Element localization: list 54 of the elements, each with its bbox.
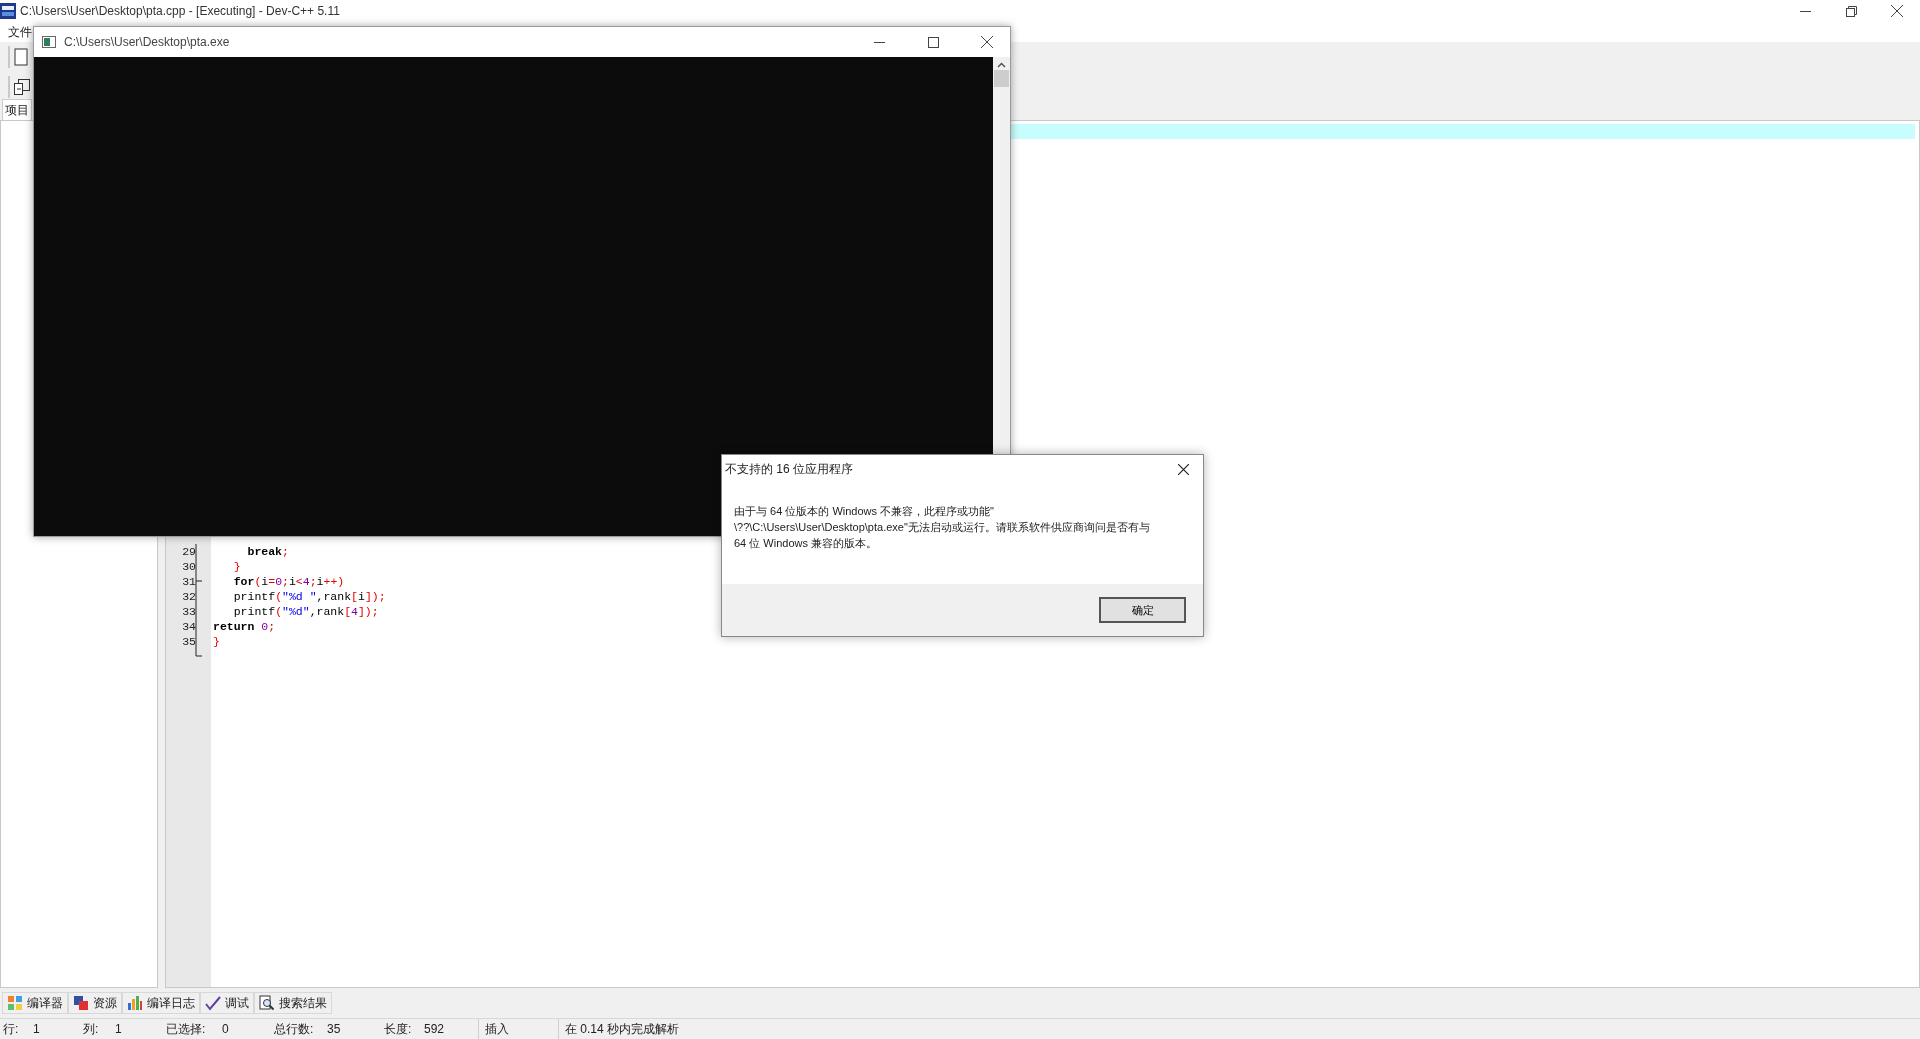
dialog-message: 由于与 64 位版本的 Windows 不兼容，此程序或功能" \??\C:\Users\User\Desktop\pta.exe"无法启动或运行。请联系软件供应商询问是否有与 64 位 Windows 兼容的版本。 — [734, 504, 1151, 551]
line-number: 32 — [181, 589, 196, 604]
restore-icon — [1845, 5, 1857, 17]
app-icon — [0, 3, 16, 19]
project-tab[interactable]: 项目 — [2, 99, 32, 120]
line-number: 34 — [181, 619, 196, 634]
bottom-tab[interactable]: 搜索结果 — [254, 992, 332, 1014]
ok-button[interactable]: 确定 — [1099, 597, 1186, 623]
menu-item[interactable]: 文件 — [6, 23, 34, 41]
close-icon — [1891, 5, 1903, 17]
code-line: break; — [246, 544, 290, 559]
scroll-up-icon[interactable] — [997, 62, 1006, 68]
bottom-tab[interactable]: 编译器 — [2, 992, 68, 1014]
check-icon — [205, 995, 221, 1011]
line-number: 33 — [181, 604, 196, 619]
status-text: 插入 — [485, 1021, 509, 1038]
console-icon — [42, 36, 56, 48]
bar-chart-icon — [127, 995, 143, 1011]
status-label: 已选择: — [166, 1021, 207, 1038]
code-line: } — [212, 634, 221, 649]
window-title: C:\Users\User\Desktop\pta.cpp - [Executing] - Dev-C++ 5.11 — [20, 3, 340, 20]
status-label: 列: — [83, 1021, 100, 1038]
line-number: 31 — [181, 574, 196, 589]
status-label: 行: — [3, 1021, 20, 1038]
code-line: printf("%d",rank[4]); — [232, 604, 380, 619]
status-value: 1 — [33, 1021, 40, 1038]
status-value: 592 — [424, 1021, 445, 1038]
close-icon — [1177, 463, 1189, 475]
code-line: for(i=0;i<4;i++) — [232, 574, 346, 589]
console-title: C:\Users\User\Desktop\pta.exe — [64, 34, 231, 51]
line-number: 35 — [181, 634, 196, 649]
status-value: 1 — [115, 1021, 122, 1038]
line-number: 30 — [181, 559, 196, 574]
dialog-title: 不支持的 16 位应用程序 — [725, 461, 854, 478]
window-icon[interactable] — [14, 79, 30, 95]
status-value: 0 — [222, 1021, 229, 1038]
maximize-icon — [927, 36, 939, 48]
bottom-tab[interactable]: 编译日志 — [122, 992, 200, 1014]
status-value: 35 — [327, 1021, 341, 1038]
new-file-icon[interactable] — [14, 48, 28, 66]
status-label: 长度: — [384, 1021, 413, 1038]
status-text: 在 0.14 秒内完成解析 — [565, 1021, 680, 1038]
close-icon — [981, 36, 993, 48]
code-line: } — [232, 559, 242, 574]
status-label: 总行数: — [274, 1021, 315, 1038]
line-number: 29 — [181, 544, 196, 559]
stacked-squares-icon — [73, 995, 89, 1011]
code-line: printf("%d ",rank[i]); — [232, 589, 386, 604]
scrollbar-thumb[interactable] — [994, 70, 1009, 87]
grid-icon — [7, 995, 23, 1011]
code-line: return 0; — [212, 619, 277, 634]
bottom-tab[interactable]: 调试 — [200, 992, 254, 1014]
search-icon — [259, 995, 275, 1011]
bottom-tab[interactable]: 资源 — [68, 992, 122, 1014]
